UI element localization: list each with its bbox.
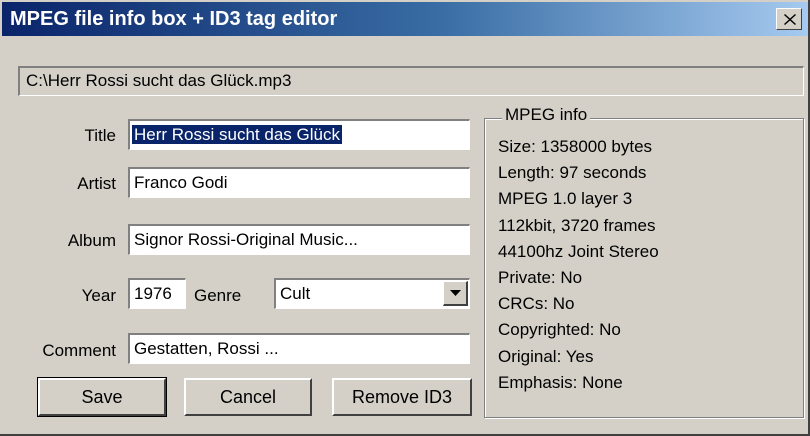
dialog-window: MPEG file info box + ID3 tag editor C:\H… bbox=[0, 0, 810, 436]
file-path-field: C:\Herr Rossi sucht das Glück.mp3 bbox=[18, 66, 804, 96]
title-input[interactable]: Herr Rossi sucht das Glück bbox=[128, 119, 470, 150]
info-size: Size: 1358000 bytes bbox=[498, 137, 653, 156]
artist-input[interactable]: Franco Godi bbox=[128, 167, 470, 198]
album-label: Album bbox=[67, 231, 116, 250]
comment-input[interactable]: Gestatten, Rossi ... bbox=[128, 333, 470, 364]
info-copyrighted: Copyrighted: No bbox=[498, 320, 621, 340]
title-value: Herr Rossi sucht das Glück bbox=[132, 125, 342, 144]
close-icon bbox=[784, 14, 796, 25]
close-button[interactable] bbox=[776, 8, 802, 30]
info-private: Private: No bbox=[498, 268, 583, 288]
info-emphasis: Emphasis: None bbox=[498, 372, 623, 392]
info-original: Original: Yes bbox=[498, 346, 594, 366]
year-label: Year bbox=[81, 286, 116, 305]
mpeg-info-heading: MPEG info bbox=[502, 104, 591, 126]
remove-id3-button[interactable]: Remove ID3 bbox=[332, 378, 472, 416]
genre-select[interactable]: Cult bbox=[274, 278, 470, 309]
title-label: Title bbox=[84, 126, 117, 145]
chevron-down-icon bbox=[450, 290, 461, 296]
save-button[interactable]: Save bbox=[37, 377, 167, 417]
window-title: MPEG file info box + ID3 tag editor bbox=[10, 8, 338, 30]
genre-dropdown-button[interactable] bbox=[443, 281, 468, 306]
title-bar[interactable]: MPEG file info box + ID3 tag editor bbox=[2, 2, 808, 36]
info-bitrate-frames: 112kbit, 3720 frames bbox=[498, 215, 656, 235]
artist-label: Artist bbox=[77, 174, 116, 193]
comment-label: Comment bbox=[42, 341, 116, 360]
genre-label: Genre bbox=[194, 286, 242, 305]
info-crcs: CRCs: No bbox=[498, 294, 575, 314]
info-samplerate-mode: 44100hz Joint Stereo bbox=[498, 241, 659, 261]
year-input[interactable]: 1976 bbox=[128, 278, 186, 309]
mpeg-info-list: Size: 1358000 bytes Length: 97 seconds M… bbox=[498, 134, 659, 396]
cancel-button[interactable]: Cancel bbox=[184, 378, 312, 416]
info-length: Length: 97 seconds bbox=[498, 163, 647, 183]
info-mpeg-version: MPEG 1.0 layer 3 bbox=[498, 189, 633, 209]
album-input[interactable]: Signor Rossi-Original Music... bbox=[128, 224, 470, 255]
genre-value: Cult bbox=[280, 284, 311, 303]
